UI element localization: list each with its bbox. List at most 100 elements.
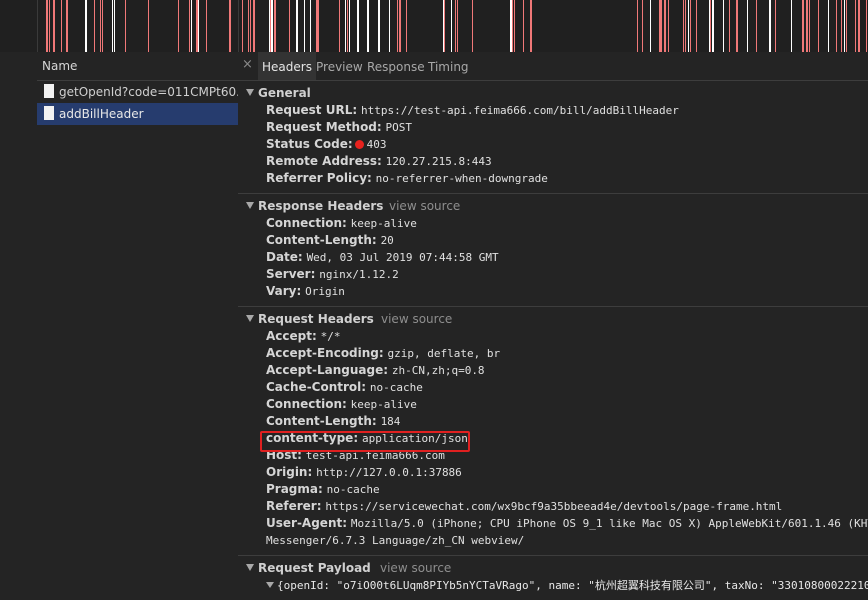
header-value: zh-CN,zh;q=0.8	[391, 364, 485, 377]
timeline-tick	[100, 0, 101, 52]
header-key: Pragma:	[266, 482, 323, 496]
request-row-addbillheader[interactable]: addBillHeader	[37, 103, 238, 125]
timeline-tick	[49, 0, 50, 52]
tab-timing[interactable]: Timing	[424, 52, 473, 80]
header-key: Referrer Policy:	[266, 171, 372, 185]
response-header-row: Connection: keep-alive	[238, 215, 868, 232]
timeline-tick	[191, 0, 192, 52]
document-icon	[44, 106, 54, 120]
response-header-row: Vary: Origin	[238, 283, 868, 300]
timeline-tick	[859, 0, 860, 52]
general-row-url: Request URL: https://test-api.feima666.c…	[238, 102, 868, 119]
timeline-tick	[85, 0, 87, 52]
triangle-down-icon	[246, 89, 254, 96]
request-header-row: Referer: https://servicewechat.com/wx9bc…	[238, 498, 868, 515]
tab-headers[interactable]: Headers	[258, 52, 316, 80]
timeline-tick	[668, 0, 669, 52]
general-section: General Request URL: https://test-api.fe…	[238, 81, 868, 194]
header-value: POST	[385, 121, 413, 134]
timeline-divider	[37, 0, 38, 52]
general-row-referrer: Referrer Policy: no-referrer-when-downgr…	[238, 170, 868, 187]
header-value: no-cache	[326, 483, 380, 496]
header-key: Accept-Encoding:	[266, 346, 384, 360]
header-key: Request Method:	[266, 120, 382, 134]
request-label: addBillHeader	[59, 107, 144, 121]
header-key: Accept-Language:	[266, 363, 389, 377]
timeline-tick	[66, 0, 67, 52]
payload-object-row[interactable]: {openId: "o7iO00t6LUqm8PIYb5nYCTaVRago",…	[238, 577, 868, 594]
view-source-link[interactable]: view source	[381, 311, 452, 328]
request-headers-section: Request Headers view source Accept: */* …	[238, 307, 868, 556]
view-source-link[interactable]: view source	[380, 560, 451, 577]
timeline-tick	[688, 0, 689, 52]
timeline-tick	[397, 0, 398, 52]
timeline-tick	[94, 0, 95, 52]
header-key: User-Agent:	[266, 516, 348, 530]
timeline-tick	[791, 0, 792, 52]
request-header-row: Accept-Language: zh-CN,zh;q=0.8	[238, 362, 868, 379]
general-row-status: Status Code: 403	[238, 136, 868, 153]
general-section-header[interactable]: General	[238, 85, 868, 102]
timeline-tick	[253, 0, 255, 52]
timeline-tick	[710, 0, 711, 52]
timeline-overview[interactable]	[0, 0, 868, 52]
timeline-divider	[238, 0, 239, 52]
timeline-tick	[148, 0, 149, 52]
timeline-tick	[198, 0, 199, 52]
timeline-tick	[399, 0, 401, 52]
triangle-down-icon	[246, 315, 254, 322]
request-header-row: User-Agent: Mozilla/5.0 (iPhone; CPU iPh…	[238, 515, 868, 532]
timeline-tick	[736, 0, 738, 52]
timeline-tick	[664, 0, 666, 52]
timeline-tick	[836, 0, 837, 52]
request-label: getOpenId?code=011CMPt60...	[59, 85, 238, 99]
timeline-tick	[367, 0, 369, 52]
header-value: keep-alive	[350, 217, 417, 230]
triangle-down-icon	[246, 202, 254, 209]
tab-response[interactable]: Response	[363, 52, 429, 80]
close-icon[interactable]: ×	[242, 57, 253, 72]
tab-preview[interactable]: Preview	[312, 52, 367, 80]
timeline-tick	[455, 0, 456, 52]
request-payload-section-header[interactable]: Request Payload view source	[238, 560, 868, 577]
request-header-row: Cache-Control: no-cache	[238, 379, 868, 396]
timeline-tick	[756, 0, 757, 52]
timeline-tick	[178, 0, 179, 52]
timeline-tick	[349, 0, 350, 52]
timeline-tick	[457, 0, 458, 52]
request-list-panel: Name getOpenId?code=011CMPt60... addBill…	[37, 52, 239, 582]
timeline-tick	[347, 0, 348, 52]
timeline-tick	[53, 0, 55, 52]
request-header-row: Accept-Encoding: gzip, deflate, br	[238, 345, 868, 362]
left-gutter	[0, 52, 37, 582]
timeline-tick	[242, 0, 243, 52]
timeline-tick	[67, 0, 68, 52]
timeline-tick	[289, 0, 290, 52]
timeline-tick	[769, 0, 771, 52]
timeline-tick	[514, 0, 515, 52]
response-headers-section: Response Headers view source Connection:…	[238, 194, 868, 307]
header-key: Origin:	[266, 465, 313, 479]
timeline-tick	[379, 0, 380, 52]
view-source-link[interactable]: view source	[389, 198, 460, 215]
timeline-tick	[530, 0, 532, 52]
timeline-tick	[274, 0, 276, 52]
request-row-getopenid[interactable]: getOpenId?code=011CMPt60...	[37, 81, 238, 103]
document-icon	[44, 84, 54, 98]
header-value: http://127.0.0.1:37886	[316, 466, 462, 479]
timeline-tick	[271, 0, 273, 52]
timeline-tick	[809, 0, 810, 52]
annotation-highlight-box	[260, 431, 470, 452]
header-value: Origin	[305, 285, 345, 298]
request-header-row: Origin: http://127.0.0.1:37886	[238, 464, 868, 481]
header-value: 20	[380, 234, 394, 247]
header-value: https://test-api.feima666.com/bill/addBi…	[360, 104, 679, 117]
response-headers-section-header[interactable]: Response Headers view source	[238, 198, 868, 215]
request-headers-section-header[interactable]: Request Headers view source	[238, 311, 868, 328]
header-value: Wed, 03 Jul 2019 07:44:58 GMT	[306, 251, 499, 264]
request-header-row: Accept: */*	[238, 328, 868, 345]
section-title: Response Headers	[258, 199, 384, 213]
timeline-tick	[406, 0, 407, 52]
name-column-header[interactable]: Name	[37, 52, 238, 81]
timeline-tick	[230, 0, 231, 52]
